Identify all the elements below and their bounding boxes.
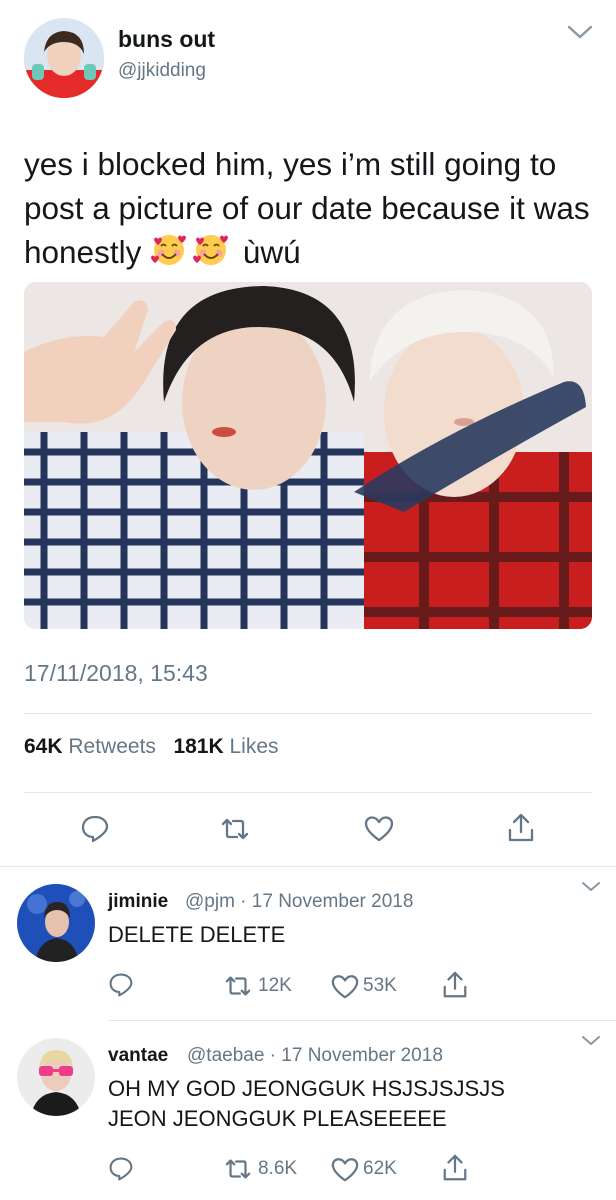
reply-author-name[interactable]: jiminie (108, 891, 168, 913)
tweet-photo[interactable] (24, 282, 592, 629)
retweets-label: Retweets (68, 735, 156, 758)
retweets-stat[interactable]: 64K Retweets (24, 735, 156, 758)
smiling-face-with-hearts-icon (150, 231, 188, 269)
tweet-body-suffix: ùwú (242, 234, 301, 270)
author-display-name[interactable]: buns out (118, 26, 215, 53)
reply-meta: @pjm · 17 November 2018 (185, 891, 414, 912)
chevron-down-icon[interactable] (566, 22, 594, 42)
share-icon[interactable] (441, 970, 469, 1000)
like-count: 53K (363, 975, 397, 996)
tweet-body: yes i blocked him, yes i’m still going t… (24, 146, 590, 270)
reply-text-line: JEON JEONGGUK PLEASEEEEE (108, 1106, 447, 1131)
share-icon[interactable] (441, 1153, 469, 1183)
divider (108, 1020, 616, 1021)
reply-meta: @taebae · 17 November 2018 (187, 1045, 443, 1066)
retweet-count: 12K (258, 975, 292, 996)
reply-text-line: OH MY GOD JEONGGUK HSJSJSJSJS (108, 1076, 505, 1101)
avatar[interactable] (17, 1038, 95, 1116)
chevron-down-icon[interactable] (580, 880, 602, 894)
reply-author-name[interactable]: vantae (108, 1045, 168, 1067)
retweet-icon[interactable] (224, 1155, 252, 1183)
reply-text: OH MY GOD JEONGGUK HSJSJSJSJS JEON JEONG… (108, 1074, 578, 1134)
avatar[interactable] (17, 884, 95, 962)
tweet-text: yes i blocked him, yes i’m still going t… (24, 142, 594, 274)
divider (24, 713, 592, 714)
reply-icon[interactable] (108, 972, 134, 998)
tweet-stats: 64K Retweets 181K Likes (24, 735, 279, 759)
chevron-down-icon[interactable] (580, 1034, 602, 1048)
likes-label: Likes (229, 735, 279, 758)
retweet-icon[interactable] (224, 972, 252, 1000)
retweet-count: 8.6K (258, 1158, 298, 1179)
likes-stat[interactable]: 181K Likes (173, 735, 278, 758)
reply-icon[interactable] (108, 1156, 134, 1182)
author-avatar[interactable] (24, 18, 104, 98)
tweet-timestamp[interactable]: 17/11/2018, 15:43 (24, 660, 208, 687)
like-icon[interactable] (331, 973, 359, 1001)
divider (0, 866, 616, 867)
author-handle[interactable]: @jjkidding (118, 60, 206, 82)
retweets-count: 64K (24, 735, 63, 758)
likes-count: 181K (173, 735, 224, 758)
share-icon[interactable] (506, 812, 536, 842)
like-icon[interactable] (331, 1156, 359, 1184)
like-count: 62K (363, 1158, 397, 1179)
smiling-face-with-hearts-icon (192, 231, 230, 269)
like-icon[interactable] (364, 814, 394, 844)
reply-icon[interactable] (80, 814, 110, 844)
reply-text: DELETE DELETE (108, 922, 286, 947)
retweet-icon[interactable] (220, 814, 250, 844)
divider (24, 792, 592, 793)
